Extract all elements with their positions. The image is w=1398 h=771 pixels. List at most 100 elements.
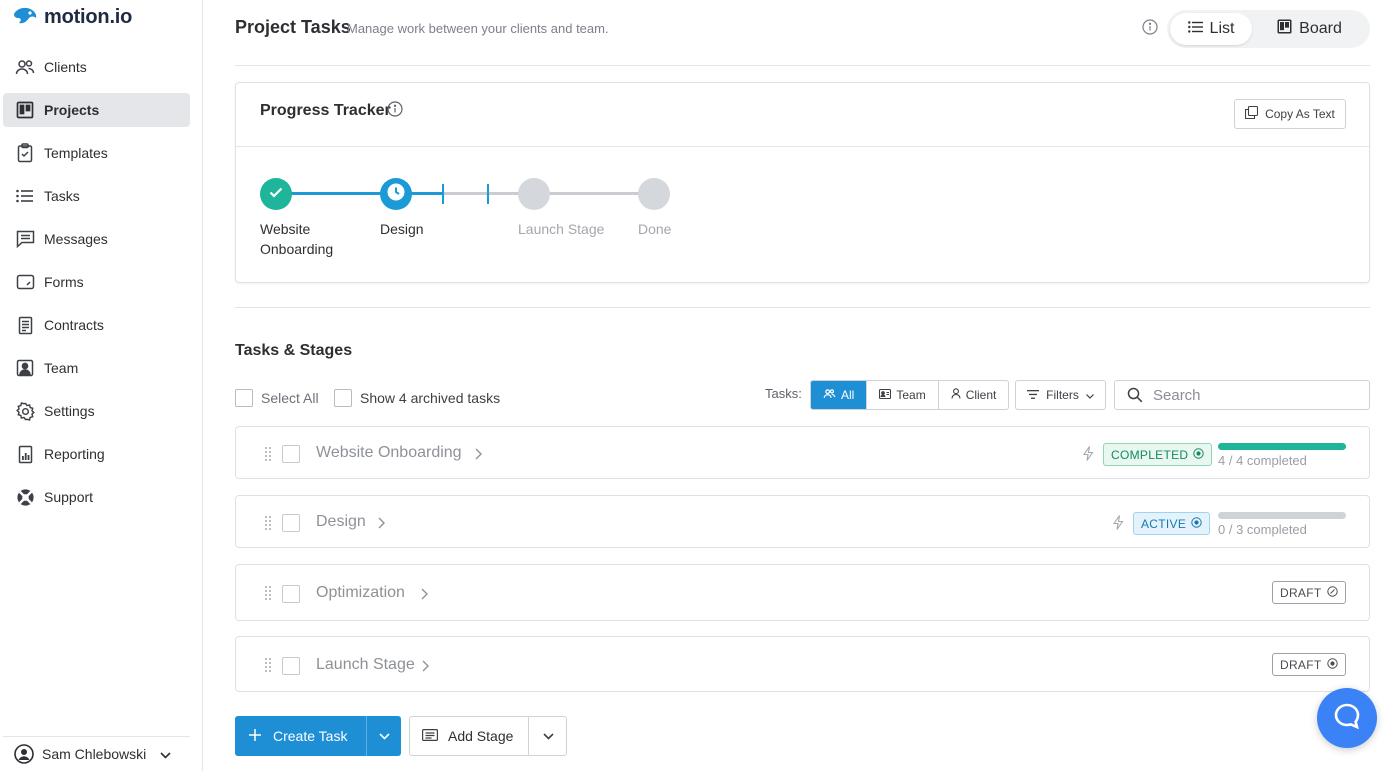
id-card-icon xyxy=(879,388,892,402)
chevron-down-icon xyxy=(160,746,171,762)
create-task-dropdown[interactable] xyxy=(366,716,401,756)
radio-dot-icon xyxy=(1326,657,1338,672)
filters-dropdown[interactable]: Filters xyxy=(1015,380,1106,410)
filter-all-button[interactable]: All xyxy=(811,381,868,409)
track-tick xyxy=(487,184,489,204)
copy-as-text-label: Copy As Text xyxy=(1265,107,1335,121)
stage-row-optimization[interactable]: Optimization DRAFT xyxy=(235,564,1370,621)
stage-progress-bar xyxy=(1218,443,1346,450)
list-icon xyxy=(1187,20,1203,38)
select-all-checkbox[interactable]: Select All xyxy=(235,389,319,407)
stage-node-pending[interactable] xyxy=(518,178,550,210)
user-menu[interactable]: Sam Chlebowski xyxy=(3,736,190,771)
lifebuoy-icon xyxy=(15,487,35,507)
stage-node-pending[interactable] xyxy=(638,178,670,210)
stage-row-launch-stage[interactable]: Launch Stage DRAFT xyxy=(235,636,1370,692)
page-header: Project Tasks Manage work between your c… xyxy=(235,0,1370,66)
status-badge-draft[interactable]: DRAFT xyxy=(1272,581,1346,604)
stage-name[interactable]: Design xyxy=(316,513,366,531)
status-badge-completed[interactable]: COMPLETED xyxy=(1103,443,1213,466)
user-name: Sam Chlebowski xyxy=(42,746,147,762)
drag-handle-icon[interactable] xyxy=(264,515,272,535)
add-stage-label: Add Stage xyxy=(448,728,514,744)
sidebar-item-templates[interactable]: Templates xyxy=(3,136,190,170)
view-board-button[interactable]: Board xyxy=(1252,13,1367,45)
list-icon xyxy=(15,186,35,206)
copy-as-text-button[interactable]: Copy As Text xyxy=(1234,99,1346,129)
stage-row-design[interactable]: Design ACTIVE 0 / 3 completed xyxy=(235,495,1370,548)
stage-node-current[interactable] xyxy=(380,178,412,210)
progress-tracker: Progress Tracker Copy As Text Website On… xyxy=(235,82,1370,283)
view-list-button[interactable]: List xyxy=(1170,13,1252,45)
create-task-button[interactable]: Create Task xyxy=(235,716,401,756)
sidebar-item-settings[interactable]: Settings xyxy=(3,394,190,428)
stage-progress-fill xyxy=(1218,443,1346,450)
tasks-filter-label: Tasks: xyxy=(765,386,802,401)
drag-handle-icon[interactable] xyxy=(264,657,272,677)
chevron-down-icon xyxy=(542,732,554,740)
sidebar-item-clients[interactable]: Clients xyxy=(3,50,190,84)
add-stage-dropdown[interactable] xyxy=(528,717,567,755)
sidebar-item-forms[interactable]: Forms xyxy=(3,265,190,299)
sidebar-item-contracts[interactable]: Contracts xyxy=(3,308,190,342)
drag-handle-icon[interactable] xyxy=(264,585,272,605)
filter-client-button[interactable]: Client xyxy=(939,381,1009,409)
sidebar-item-support[interactable]: Support xyxy=(3,480,190,514)
status-badge-draft[interactable]: DRAFT xyxy=(1272,653,1346,676)
section-divider xyxy=(235,307,1370,308)
filters-label: Filters xyxy=(1046,388,1079,402)
drag-handle-icon[interactable] xyxy=(264,446,272,466)
lightning-icon[interactable] xyxy=(1082,446,1094,466)
stage-label-line: Website xyxy=(260,221,311,237)
sidebar-item-label: Tasks xyxy=(44,188,80,204)
support-chat-button[interactable] xyxy=(1317,688,1377,748)
stage-checkbox[interactable] xyxy=(282,585,300,603)
sidebar-item-label: Templates xyxy=(44,145,108,161)
stage-name[interactable]: Launch Stage xyxy=(316,656,415,674)
document-icon xyxy=(15,315,35,335)
stage-label-launch-stage: Launch Stage xyxy=(518,221,605,237)
stage-row-website-onboarding[interactable]: Website Onboarding COMPLETED 4 / 4 compl… xyxy=(235,426,1370,479)
task-filter-segment: All Team Client xyxy=(810,380,1010,410)
search-input[interactable] xyxy=(1153,385,1363,405)
message-icon xyxy=(15,229,35,249)
sidebar-item-messages[interactable]: Messages xyxy=(3,222,190,256)
chevron-right-icon[interactable] xyxy=(422,659,429,677)
stage-name[interactable]: Website Onboarding xyxy=(316,444,462,462)
stage-node-done[interactable] xyxy=(260,178,292,210)
search-icon xyxy=(1127,387,1143,408)
search-box xyxy=(1114,380,1370,410)
info-icon[interactable] xyxy=(1142,19,1158,40)
chevron-right-icon[interactable] xyxy=(421,587,428,605)
tasks-section-title: Tasks & Stages xyxy=(235,342,353,359)
copy-icon xyxy=(1245,105,1259,122)
team-icon xyxy=(15,358,35,378)
stage-checkbox[interactable] xyxy=(282,514,300,532)
stage-name[interactable]: Optimization xyxy=(316,584,405,602)
checkbox-box[interactable] xyxy=(235,389,253,407)
clock-icon xyxy=(385,181,407,208)
logo[interactable]: motion.io xyxy=(12,4,132,30)
status-badge-active[interactable]: ACTIVE xyxy=(1133,512,1211,535)
sidebar-item-projects[interactable]: Projects xyxy=(3,93,190,127)
user-icon xyxy=(951,388,961,402)
sidebar-item-tasks[interactable]: Tasks xyxy=(3,179,190,213)
chevron-right-icon[interactable] xyxy=(378,516,385,534)
add-stage-button[interactable]: Add Stage xyxy=(409,716,567,756)
sidebar-item-team[interactable]: Team xyxy=(3,351,190,385)
stage-checkbox[interactable] xyxy=(282,657,300,675)
sidebar-item-reporting[interactable]: Reporting xyxy=(3,437,190,471)
lightning-icon[interactable] xyxy=(1112,515,1124,535)
chevron-right-icon[interactable] xyxy=(475,447,482,465)
sidebar-item-label: Support xyxy=(44,489,94,505)
sidebar-item-label: Forms xyxy=(44,274,84,290)
filter-team-button[interactable]: Team xyxy=(867,381,939,409)
show-archived-checkbox[interactable]: Show 4 archived tasks xyxy=(334,389,500,407)
create-task-label: Create Task xyxy=(273,728,348,744)
clipboard-icon xyxy=(15,143,35,163)
page-title: Project Tasks xyxy=(235,17,351,37)
sidebar-item-label: Contracts xyxy=(44,317,104,333)
info-icon[interactable] xyxy=(387,101,403,122)
stage-checkbox[interactable] xyxy=(282,445,300,463)
checkbox-box[interactable] xyxy=(334,389,352,407)
